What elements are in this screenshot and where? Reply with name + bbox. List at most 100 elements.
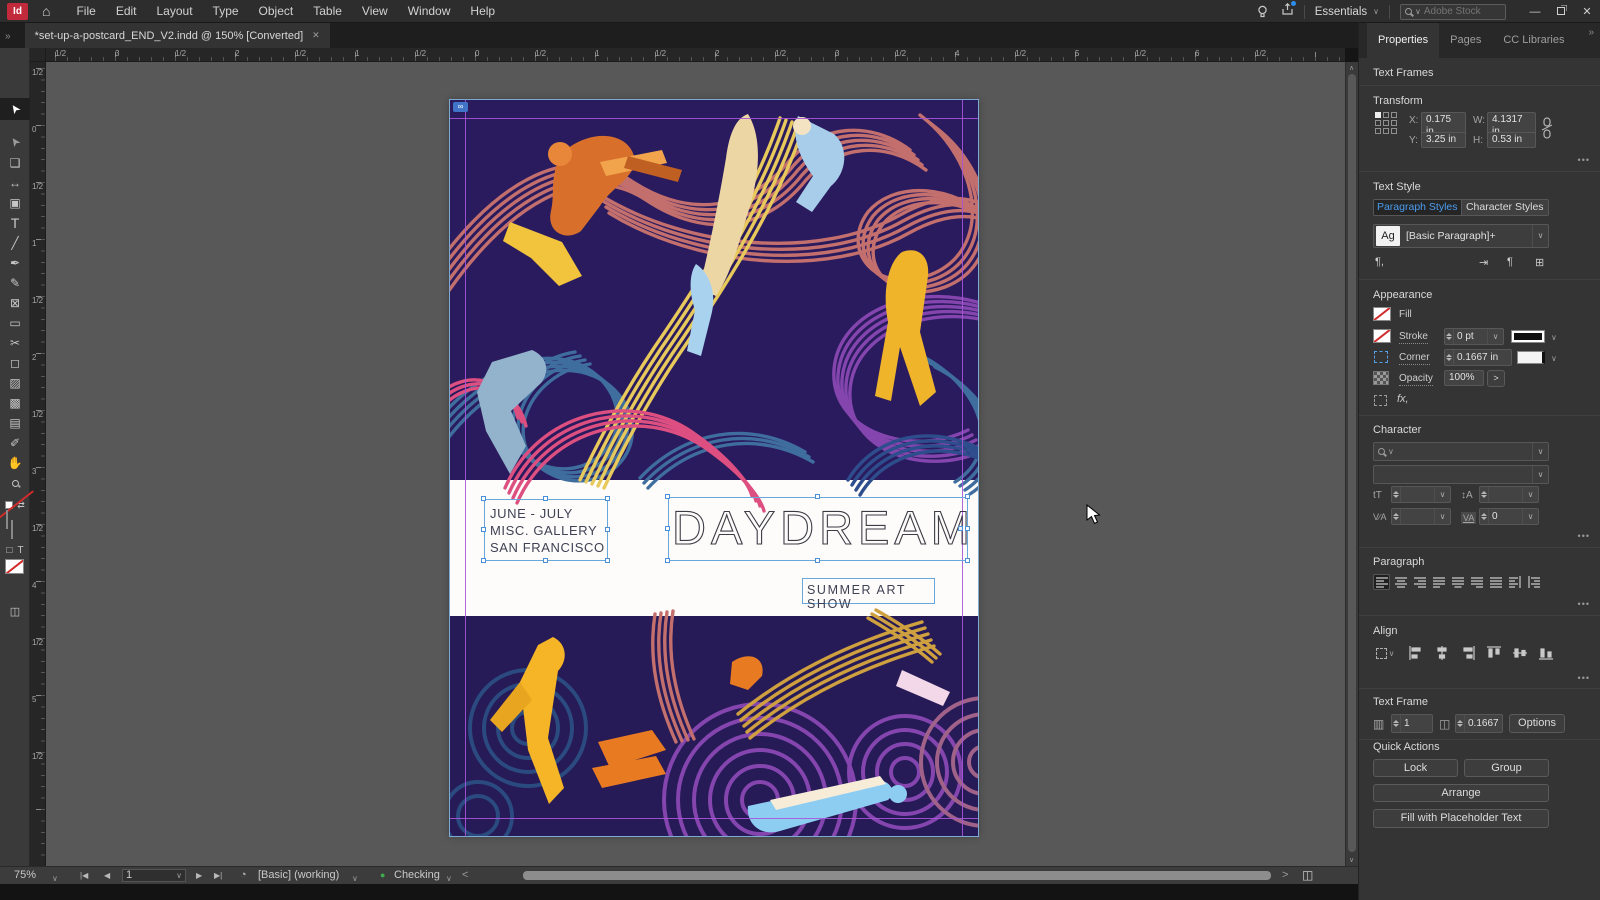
paragraph-mark-icon[interactable]: ¶, xyxy=(1375,256,1384,268)
fill-swatch[interactable] xyxy=(6,510,8,529)
vertical-scrollbar[interactable]: ∧ ∨ xyxy=(1345,62,1358,866)
spread-view-icon[interactable]: ◫ xyxy=(1302,869,1313,882)
direct-selection-tool[interactable]: ➤ xyxy=(0,132,30,152)
stroke-swatch[interactable] xyxy=(11,520,13,539)
zoom-tool[interactable] xyxy=(0,473,30,493)
chevron-down-icon[interactable]: ∨ xyxy=(1551,333,1557,342)
h-field[interactable]: 0.53 in xyxy=(1487,132,1536,148)
workspace-switcher[interactable]: Essentials xyxy=(1315,6,1367,18)
vertical-ruler[interactable]: 1/2 0 1/2 1 1/2 2 1/2 3 1/2 4 1/2 5 1/2 xyxy=(30,62,46,866)
columns-stepper[interactable]: 1 xyxy=(1391,714,1433,733)
previous-page-button[interactable]: ◀ xyxy=(104,869,110,882)
selection-handle[interactable] xyxy=(481,558,486,563)
hand-tool[interactable]: ✋ xyxy=(0,453,30,473)
opacity-value-field[interactable]: 100% xyxy=(1444,370,1484,386)
scroll-right-icon[interactable]: > xyxy=(1282,869,1288,882)
chevron-down-icon[interactable]: ∨ xyxy=(1434,509,1450,524)
align-objects-left-button[interactable] xyxy=(1407,645,1424,661)
chevron-down-icon[interactable]: ∨ xyxy=(1551,354,1557,363)
view-options-button[interactable] xyxy=(0,581,30,601)
home-icon[interactable]: ⌂ xyxy=(42,3,50,19)
stepper-arrows[interactable] xyxy=(1456,715,1465,732)
apply-none-button[interactable] xyxy=(5,559,24,574)
constrain-proportions-icon[interactable] xyxy=(1541,117,1553,139)
opacity-expand-button[interactable]: > xyxy=(1487,370,1505,387)
subtitle-text-frame[interactable]: SUMMER ART SHOW xyxy=(802,578,935,611)
selection-handle[interactable] xyxy=(605,558,610,563)
align-to-dropdown[interactable]: ∨ xyxy=(1373,645,1397,661)
info-text-frame[interactable]: JUNE - JULY MISC. GALLERY SAN FRANCISCO xyxy=(484,499,608,561)
selection-handle[interactable] xyxy=(965,526,970,531)
menu-view[interactable]: View xyxy=(352,0,398,22)
margin-guide-left[interactable] xyxy=(465,100,466,836)
horizontal-ruler[interactable]: 1/2 3 1/2 2 1/2 1 1/2 0 1/2 1 1/2 2 1/2 … xyxy=(46,48,1345,62)
line-tool[interactable]: ╱ xyxy=(0,233,30,253)
title-text-frame[interactable]: DAYDREAM xyxy=(668,497,970,561)
scissors-tool[interactable]: ✂ xyxy=(0,333,30,353)
document-tab[interactable]: *set-up-a-postcard_END_V2.indd @ 150% [C… xyxy=(24,23,330,48)
stepper-arrows[interactable] xyxy=(1392,487,1401,502)
stroke-weight-stepper[interactable]: 0 pt ∨ xyxy=(1444,328,1504,345)
indesign-logo-icon[interactable]: Id xyxy=(7,2,28,20)
scroll-down-icon[interactable]: ∨ xyxy=(1349,856,1354,864)
stock-search[interactable]: ∨ xyxy=(1400,3,1506,20)
formatting-text-button[interactable]: T xyxy=(17,545,23,556)
font-family-dropdown[interactable]: ∨ ∨ xyxy=(1373,442,1549,461)
stepper-arrows[interactable] xyxy=(1445,350,1454,365)
rectangle-frame-tool[interactable]: ⊠ xyxy=(0,293,30,313)
gradient-swatch-tool[interactable]: ▨ xyxy=(0,373,30,393)
document-canvas[interactable]: ∞ JUNE - JULY MISC. GALLERY SAN FRANCISC… xyxy=(46,62,1345,866)
kerning-stepper[interactable]: ∨ xyxy=(1391,508,1451,525)
rectangle-tool[interactable]: ▭ xyxy=(0,313,30,333)
corner-label[interactable]: Corner xyxy=(1399,352,1430,365)
horizontal-scroll-thumb[interactable] xyxy=(523,871,1271,880)
pen-tool[interactable]: ✒ xyxy=(0,253,30,273)
menu-layout[interactable]: Layout xyxy=(147,0,203,22)
screen-mode-button[interactable]: ◫ xyxy=(0,601,30,621)
stepper-arrows[interactable] xyxy=(1392,509,1401,524)
type-tool[interactable]: T xyxy=(0,213,30,233)
opacity-label[interactable]: Opacity xyxy=(1399,373,1433,386)
ruler-corner[interactable] xyxy=(30,48,46,62)
lightbulb-icon[interactable] xyxy=(1256,5,1269,19)
default-fill-stroke-icon[interactable] xyxy=(5,501,14,509)
text-out-port[interactable] xyxy=(958,526,963,531)
preflight-icon[interactable]: ◔ xyxy=(240,869,247,882)
vertical-scroll-thumb[interactable] xyxy=(1348,74,1356,852)
scroll-left-icon[interactable]: < xyxy=(462,869,468,882)
selection-handle[interactable] xyxy=(481,496,486,501)
selection-handle[interactable] xyxy=(543,558,548,563)
y-field[interactable]: 3.25 in xyxy=(1421,132,1466,148)
selection-handle[interactable] xyxy=(965,494,970,499)
stepper-arrows[interactable] xyxy=(1480,509,1489,524)
justify-center-button[interactable] xyxy=(1449,574,1466,590)
free-transform-tool[interactable]: ◻ xyxy=(0,353,30,373)
margin-guide-bottom[interactable] xyxy=(450,818,978,819)
align-right-button[interactable] xyxy=(1411,574,1428,590)
stock-search-input[interactable] xyxy=(1423,6,1494,17)
character-more-icon[interactable]: ••• xyxy=(1578,531,1590,541)
align-objects-right-button[interactable] xyxy=(1459,645,1476,661)
corner-size-stepper[interactable]: 0.1667 in xyxy=(1444,349,1512,366)
menu-table[interactable]: Table xyxy=(303,0,352,22)
align-objects-hcenter-button[interactable] xyxy=(1433,645,1450,661)
menu-help[interactable]: Help xyxy=(460,0,505,22)
transform-more-icon[interactable]: ••• xyxy=(1578,155,1590,165)
align-away-spine-button[interactable] xyxy=(1525,574,1542,590)
selection-handle[interactable] xyxy=(481,527,486,532)
selection-handle[interactable] xyxy=(815,558,820,563)
first-page-button[interactable]: |◀ xyxy=(80,869,88,882)
chevron-down-icon[interactable]: ∨ xyxy=(1522,509,1538,524)
corner-shape-swatch[interactable] xyxy=(1517,351,1545,364)
justify-right-button[interactable] xyxy=(1468,574,1485,590)
tab-pages[interactable]: Pages xyxy=(1439,23,1492,58)
chevron-down-icon[interactable]: ∨ xyxy=(1434,487,1450,502)
postcard-page[interactable]: ∞ JUNE - JULY MISC. GALLERY SAN FRANCISC… xyxy=(418,99,1051,866)
stroke-style-swatch[interactable] xyxy=(1511,330,1545,343)
selection-handle[interactable] xyxy=(815,494,820,499)
chevron-down-icon[interactable]: ∨ xyxy=(1373,7,1379,16)
eyedropper-tool[interactable]: ✐ xyxy=(0,433,30,453)
align-more-icon[interactable]: ••• xyxy=(1578,673,1590,683)
character-styles-tab[interactable]: Character Styles xyxy=(1460,200,1548,215)
leading-stepper[interactable]: ∨ xyxy=(1479,486,1539,503)
